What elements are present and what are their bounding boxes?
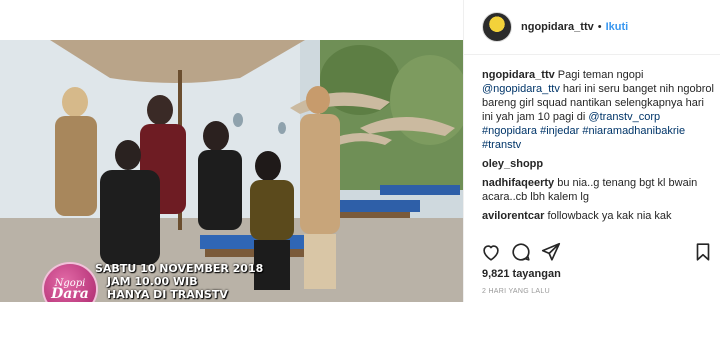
- schedule-date: SABTU 10 NOVEMBER 2018: [95, 262, 264, 275]
- comment-icon[interactable]: [510, 241, 532, 263]
- broadcast-schedule-overlay: SABTU 10 NOVEMBER 2018 JAM 10.00 WIB HAN…: [95, 262, 263, 301]
- hashtag[interactable]: #niaramadhanibakrie: [582, 125, 685, 137]
- view-count: 9,821 tayangan: [482, 268, 564, 280]
- comment-username[interactable]: avilorentcar: [482, 210, 544, 222]
- comment-username[interactable]: oley_shopp: [482, 158, 543, 170]
- bookmark-icon[interactable]: [692, 241, 714, 263]
- avatar[interactable]: [482, 12, 512, 42]
- post-timestamp[interactable]: 2 HARI YANG LALU: [482, 288, 550, 295]
- post-side-panel: ngopidara_ttv • Ikuti ngopidara_ttv Pagi…: [463, 0, 720, 302]
- comment-username[interactable]: nadhifaqeerty: [482, 177, 554, 189]
- hashtag[interactable]: #transtv: [482, 139, 521, 151]
- post-header: ngopidara_ttv • Ikuti: [464, 0, 720, 55]
- comment-text: followback ya kak nia kak: [547, 210, 672, 222]
- comments-list[interactable]: ngopidara_ttv Pagi teman ngopi @ngopidar…: [482, 68, 714, 232]
- schedule-time: JAM 10.00 WIB: [107, 275, 198, 288]
- caption-text: Pagi teman ngopi: [557, 69, 644, 81]
- post-actions: [480, 241, 714, 265]
- comment-item: oley_shopp: [482, 157, 714, 171]
- post-media[interactable]: Ngopi Dara SABTU 10 NOVEMBER 2018 JAM 10…: [0, 40, 463, 302]
- hashtag[interactable]: #ngopidara: [482, 125, 537, 137]
- heart-icon[interactable]: [480, 241, 502, 263]
- comment-item: avilorentcar followback ya kak nia kak: [482, 209, 714, 223]
- view-count-number: 9,821: [482, 268, 510, 280]
- post-caption: ngopidara_ttv Pagi teman ngopi @ngopidar…: [482, 68, 714, 152]
- post-username[interactable]: ngopidara_ttv: [521, 21, 594, 33]
- schedule-channel: HANYA DI TRANSTV: [107, 288, 228, 301]
- follow-button[interactable]: Ikuti: [606, 21, 629, 33]
- share-icon[interactable]: [540, 241, 562, 263]
- hashtag[interactable]: #injedar: [540, 125, 579, 137]
- caption-mention[interactable]: @ngopidara_ttv: [482, 83, 560, 95]
- caption-username[interactable]: ngopidara_ttv: [482, 69, 555, 81]
- view-count-label: tayangan: [512, 268, 561, 280]
- header-separator: •: [597, 21, 602, 33]
- caption-mention-2[interactable]: @transtv_corp: [588, 111, 660, 123]
- comment-item: nadhifaqeerty bu nia..g tenang bgt kl bw…: [482, 176, 714, 204]
